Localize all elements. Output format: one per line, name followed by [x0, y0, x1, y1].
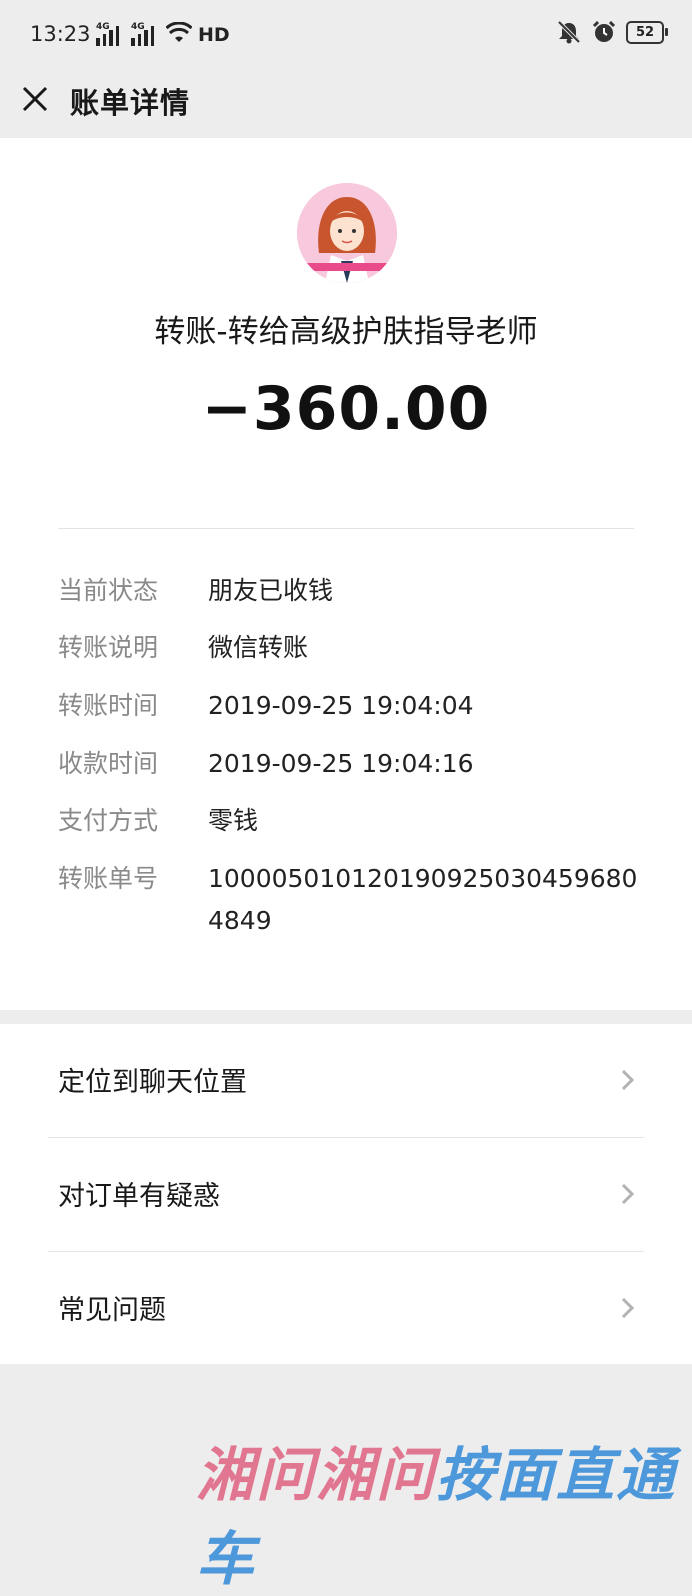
signal-icon: 4G	[96, 20, 124, 46]
order-question-button[interactable]: 对订单有疑惑	[0, 1138, 692, 1251]
wifi-icon	[166, 22, 192, 42]
page-title: 账单详情	[70, 86, 191, 120]
hd-indicator: HD	[198, 24, 230, 46]
detail-value: 2019-09-25 19:04:16	[208, 749, 474, 778]
detail-label: 收款时间	[58, 749, 159, 778]
nav-bar: 账单详情	[0, 70, 692, 138]
detail-value: 朋友已收钱	[208, 576, 334, 605]
detail-label: 转账单号	[58, 864, 159, 893]
faq-button[interactable]: 常见问题	[0, 1252, 692, 1365]
avatar[interactable]	[297, 183, 397, 283]
watermark: 湘问湘问按面直通车	[196, 1441, 677, 1593]
detail-label: 转账时间	[58, 691, 159, 720]
close-icon	[22, 86, 48, 112]
payee-title: 转账-转给高级护肤指导老师	[154, 314, 538, 350]
status-time: 13:23	[30, 22, 91, 46]
signal-icon: 4G	[131, 20, 159, 46]
detail-label: 转账说明	[58, 633, 159, 662]
locate-chat-button[interactable]: 定位到聊天位置	[0, 1024, 692, 1137]
detail-value[interactable]: 1000050101201909250304596804849	[208, 858, 638, 942]
detail-value: 零钱	[208, 806, 259, 835]
alarm-icon	[592, 20, 616, 42]
option-label: 对订单有疑惑	[58, 1181, 220, 1212]
amount: −360.00	[201, 374, 491, 444]
chevron-right-icon	[621, 1183, 635, 1205]
mute-bell-icon	[557, 20, 581, 44]
options-list: 定位到聊天位置 对订单有疑惑 常见问题	[0, 1024, 692, 1364]
detail-value: 微信转账	[208, 633, 309, 662]
battery-icon: 52	[626, 20, 668, 44]
status-bar: 13:23 4G 4G HD 52	[0, 0, 692, 70]
detail-label: 支付方式	[58, 806, 159, 835]
detail-value: 2019-09-25 19:04:04	[208, 691, 474, 720]
close-button[interactable]	[16, 80, 56, 120]
avatar-image	[297, 183, 397, 283]
chevron-right-icon	[621, 1069, 635, 1091]
divider	[58, 528, 634, 529]
option-label: 定位到聊天位置	[58, 1067, 247, 1098]
bill-detail-card: 转账-转给高级护肤指导老师 −360.00 当前状态 朋友已收钱 转账说明 微信…	[0, 138, 692, 1010]
option-label: 常见问题	[58, 1295, 166, 1326]
detail-label: 当前状态	[58, 576, 159, 605]
chevron-right-icon	[621, 1297, 635, 1319]
